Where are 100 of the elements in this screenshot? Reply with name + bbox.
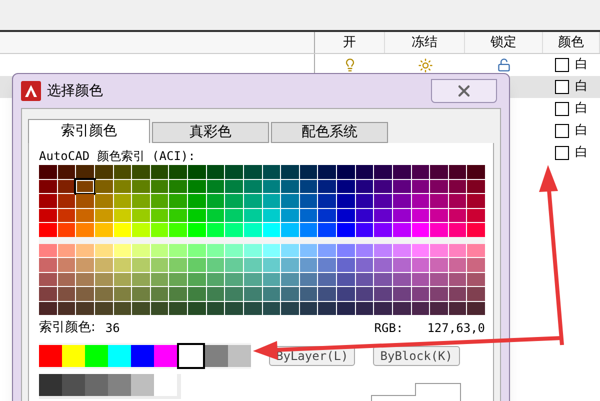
color-swatch[interactable] [300, 180, 318, 193]
color-swatch[interactable] [150, 194, 168, 208]
color-swatch[interactable] [300, 208, 318, 222]
color-swatch[interactable] [467, 208, 485, 222]
color-swatch[interactable] [337, 180, 355, 193]
color-swatch[interactable] [114, 223, 132, 236]
color-swatch[interactable] [374, 194, 392, 208]
color-swatch[interactable] [262, 165, 280, 178]
color-swatch[interactable] [169, 180, 187, 193]
color-swatch[interactable] [392, 194, 410, 208]
color-square[interactable] [555, 102, 569, 116]
color-swatch[interactable] [39, 165, 57, 178]
color-swatch[interactable] [114, 165, 132, 178]
color-swatch[interactable] [356, 180, 374, 193]
color-swatch[interactable] [392, 180, 410, 193]
color-swatch[interactable] [228, 345, 251, 367]
color-swatch[interactable] [154, 345, 177, 367]
color-swatch[interactable] [132, 194, 150, 208]
color-swatch[interactable] [467, 165, 485, 178]
color-swatch[interactable] [281, 194, 299, 208]
color-swatch[interactable] [58, 180, 76, 193]
color-swatch[interactable] [262, 208, 280, 222]
tab[interactable]: 真彩色 [152, 122, 269, 143]
color-swatch[interactable] [281, 208, 299, 222]
color-swatch[interactable] [94, 194, 112, 208]
color-swatch[interactable] [430, 165, 448, 178]
color-swatch[interactable] [318, 194, 336, 208]
color-swatch[interactable] [94, 208, 112, 222]
color-swatch[interactable] [281, 180, 299, 193]
color-swatch[interactable] [39, 345, 62, 367]
color-swatch[interactable] [132, 165, 150, 178]
color-swatch[interactable] [467, 194, 485, 208]
color-swatch[interactable] [262, 223, 280, 236]
color-swatch[interactable] [85, 345, 108, 367]
color-swatch[interactable] [169, 223, 187, 236]
color-swatch[interactable] [39, 194, 57, 208]
color-swatch[interactable] [94, 223, 112, 236]
color-swatch[interactable] [281, 165, 299, 178]
color-swatch[interactable] [58, 208, 76, 222]
color-square[interactable] [555, 80, 569, 94]
color-swatch[interactable] [225, 180, 243, 193]
color-swatch[interactable] [225, 208, 243, 222]
color-swatch[interactable] [412, 223, 430, 236]
color-swatch[interactable] [467, 223, 485, 236]
color-swatch[interactable] [244, 180, 262, 193]
color-swatch[interactable] [430, 180, 448, 193]
color-swatch[interactable] [177, 343, 205, 369]
color-swatch[interactable] [430, 208, 448, 222]
color-swatch[interactable] [374, 165, 392, 178]
color-swatch[interactable] [131, 345, 154, 367]
sun-icon[interactable] [418, 58, 432, 72]
color-swatch[interactable] [206, 165, 224, 178]
lightbulb-icon[interactable] [343, 58, 357, 72]
color-swatch[interactable] [448, 194, 466, 208]
color-swatch[interactable] [58, 165, 76, 178]
color-swatch[interactable] [114, 208, 132, 222]
color-swatch[interactable] [94, 180, 112, 193]
color-swatch[interactable] [76, 165, 94, 178]
color-swatch[interactable] [131, 374, 154, 396]
color-swatch[interactable] [337, 194, 355, 208]
color-swatch[interactable] [337, 208, 355, 222]
color-swatch[interactable] [374, 208, 392, 222]
color-swatch[interactable] [62, 374, 85, 396]
color-square[interactable] [555, 146, 569, 160]
color-swatch[interactable] [108, 345, 131, 367]
tab[interactable]: 配色系统 [271, 122, 388, 143]
color-swatch[interactable] [467, 180, 485, 193]
color-swatch[interactable] [412, 180, 430, 193]
color-swatch[interactable] [94, 165, 112, 178]
color-swatch[interactable] [39, 208, 57, 222]
color-swatch[interactable] [300, 165, 318, 178]
color-swatch[interactable] [150, 208, 168, 222]
color-swatch[interactable] [356, 165, 374, 178]
color-swatch[interactable] [188, 180, 206, 193]
color-swatch[interactable] [392, 223, 410, 236]
color-swatch[interactable] [206, 208, 224, 222]
color-swatch[interactable] [262, 194, 280, 208]
color-swatch[interactable] [337, 165, 355, 178]
color-swatch[interactable] [337, 223, 355, 236]
color-swatch[interactable] [188, 165, 206, 178]
color-swatch[interactable] [225, 194, 243, 208]
color-swatch[interactable] [392, 165, 410, 178]
color-swatch[interactable] [262, 180, 280, 193]
color-swatch[interactable] [132, 180, 150, 193]
color-swatch[interactable] [132, 223, 150, 236]
color-swatch[interactable] [205, 345, 228, 367]
by-button[interactable]: ByBlock(K) [373, 346, 460, 366]
color-swatch[interactable] [169, 165, 187, 178]
color-swatch[interactable] [114, 194, 132, 208]
color-swatch[interactable] [356, 223, 374, 236]
color-swatch[interactable] [412, 208, 430, 222]
color-swatch[interactable] [244, 194, 262, 208]
color-swatch[interactable] [412, 194, 430, 208]
color-swatch[interactable] [318, 180, 336, 193]
color-swatch[interactable] [62, 345, 85, 367]
color-swatch[interactable] [356, 194, 374, 208]
color-swatch[interactable] [244, 165, 262, 178]
color-swatch[interactable] [374, 223, 392, 236]
tab[interactable]: 索引颜色 [28, 119, 150, 143]
color-swatch[interactable] [39, 223, 57, 236]
